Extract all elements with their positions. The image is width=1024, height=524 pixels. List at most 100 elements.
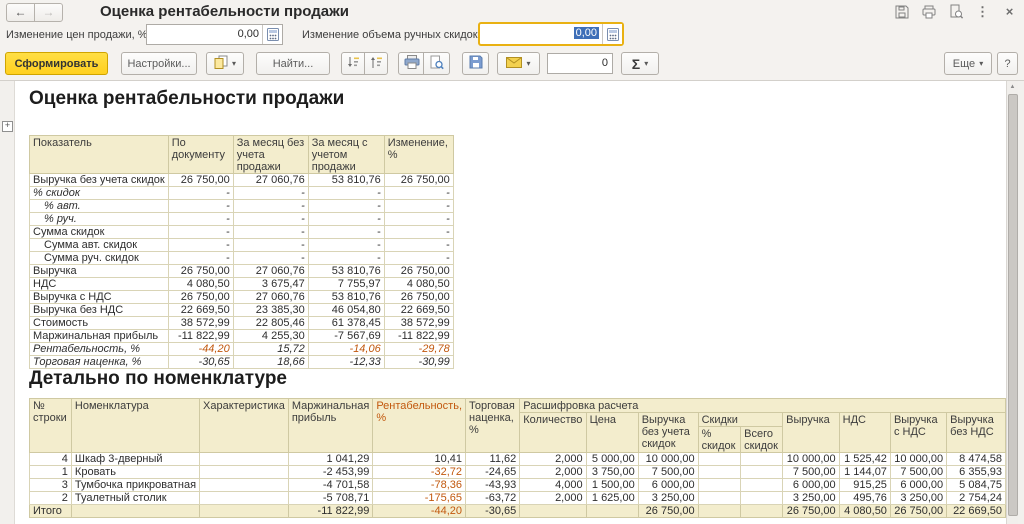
cell[interactable]: 61 378,45	[307, 316, 385, 330]
scroll-up-icon[interactable]: ▲	[1007, 81, 1018, 93]
vertical-scrollbar[interactable]: ▲	[1006, 81, 1018, 524]
cell[interactable]: 4 080,50	[167, 277, 234, 291]
cell[interactable]: -	[167, 212, 234, 226]
column-header[interactable]: Количество	[519, 412, 587, 453]
cell[interactable]	[585, 504, 639, 518]
cell[interactable]: -	[307, 251, 385, 265]
scrollbar-thumb[interactable]	[1008, 94, 1018, 516]
cell[interactable]: 915,25	[838, 478, 891, 492]
cell[interactable]: % руч.	[29, 212, 169, 226]
cell[interactable]: 26 750,00	[167, 173, 234, 187]
cell[interactable]: Маржинальная прибыль	[29, 329, 169, 343]
column-header[interactable]: Показатель	[29, 135, 169, 174]
column-header[interactable]: Всего скидок	[740, 426, 784, 453]
cell[interactable]: -44,20	[167, 342, 234, 356]
cell[interactable]: Выручка без учета скидок	[29, 173, 169, 187]
cell[interactable]: 7 500,00	[637, 465, 699, 479]
cell[interactable]: 23 385,30	[232, 303, 309, 317]
cell[interactable]: -	[232, 212, 309, 226]
cell[interactable]	[199, 504, 289, 518]
cell[interactable]: Стоимость	[29, 316, 169, 330]
cell[interactable]: -	[383, 238, 454, 252]
cell[interactable]: -2 453,99	[287, 465, 374, 479]
price-change-input[interactable]: 0,00	[147, 25, 262, 44]
cell[interactable]: Кровать	[70, 465, 201, 479]
cell[interactable]: 22 669,50	[383, 303, 454, 317]
cell[interactable]: -24,65	[465, 465, 521, 479]
column-header[interactable]: По документу	[167, 135, 234, 174]
cell[interactable]: -175,65	[372, 491, 467, 505]
cell[interactable]: 26 750,00	[889, 504, 948, 518]
cell[interactable]: -63,72	[465, 491, 521, 505]
cell[interactable]: 22 669,50	[946, 504, 1006, 518]
cell[interactable]: 3 250,00	[889, 491, 948, 505]
cell[interactable]: -30,99	[383, 355, 454, 369]
cell[interactable]: 38 572,99	[167, 316, 234, 330]
cell[interactable]: -12,33	[307, 355, 385, 369]
cell[interactable]: 26 750,00	[383, 264, 454, 278]
cell[interactable]: Выручка без НДС	[29, 303, 169, 317]
column-header[interactable]: % скидок	[697, 426, 742, 453]
cell[interactable]: -	[383, 251, 454, 265]
cell[interactable]: НДС	[29, 277, 169, 291]
column-header[interactable]: Выручка с НДС	[889, 412, 948, 453]
cell[interactable]: 3 750,00	[585, 465, 639, 479]
cell[interactable]: 26 750,00	[383, 290, 454, 304]
settings-button[interactable]: Настройки...	[121, 52, 197, 75]
cell[interactable]: -44,20	[372, 504, 467, 518]
cell[interactable]: 38 572,99	[383, 316, 454, 330]
report-variants-button[interactable]: ▾	[206, 52, 244, 75]
expand-group-button[interactable]: +	[2, 121, 13, 132]
cell[interactable]: 1 041,29	[287, 452, 374, 466]
cell[interactable]: 46 054,80	[307, 303, 385, 317]
calculator-icon[interactable]	[602, 24, 622, 44]
cell[interactable]	[697, 478, 742, 492]
cell[interactable]: Торговая наценка, %	[29, 355, 169, 369]
cell[interactable]	[199, 452, 289, 466]
column-header[interactable]: Выручка	[782, 412, 840, 453]
cell[interactable]: 6 000,00	[782, 478, 840, 492]
cell[interactable]: -	[383, 186, 454, 200]
cell[interactable]	[740, 452, 784, 466]
cell[interactable]	[740, 465, 784, 479]
cell[interactable]: Выручка	[29, 264, 169, 278]
cell[interactable]: -11 822,99	[383, 329, 454, 343]
cell[interactable]: 2,000	[519, 491, 587, 505]
column-header[interactable]: За месяц без учета продажи	[232, 135, 309, 174]
cell[interactable]: Рентабельность, %	[29, 342, 169, 356]
cell[interactable]: 53 810,76	[307, 173, 385, 187]
cell[interactable]: 4 080,50	[383, 277, 454, 291]
cell[interactable]: Шкаф 3-дверный	[70, 452, 201, 466]
cell[interactable]: 26 750,00	[167, 290, 234, 304]
cell[interactable]: 53 810,76	[307, 264, 385, 278]
cell[interactable]: 5 000,00	[585, 452, 639, 466]
column-header[interactable]: Торговая наценка, %	[465, 398, 521, 453]
cell[interactable]: Сумма руч. скидок	[29, 251, 169, 265]
send-mail-button[interactable]: ▾	[497, 52, 540, 75]
cell[interactable]: -	[232, 186, 309, 200]
cell[interactable]: Сумма скидок	[29, 225, 169, 239]
cell[interactable]: -	[232, 225, 309, 239]
cell[interactable]: 495,76	[838, 491, 891, 505]
cell[interactable]	[740, 478, 784, 492]
cell[interactable]: -32,72	[372, 465, 467, 479]
cell[interactable]: 7 755,97	[307, 277, 385, 291]
cell[interactable]: 6 355,93	[946, 465, 1006, 479]
cell[interactable]: 26 750,00	[383, 173, 454, 187]
cell[interactable]: -14,06	[307, 342, 385, 356]
save-icon[interactable]	[893, 3, 910, 20]
column-header[interactable]: Скидки	[697, 412, 784, 427]
sum-button[interactable]: Σ ▾	[621, 52, 659, 75]
column-header[interactable]: Расшифровка расчета	[519, 398, 1006, 413]
cell[interactable]: -43,93	[465, 478, 521, 492]
help-button[interactable]: ?	[997, 52, 1018, 75]
column-header[interactable]: Рентабельность, %	[372, 398, 467, 453]
cell[interactable]: -29,78	[383, 342, 454, 356]
cell[interactable]: 2	[29, 491, 72, 505]
cell[interactable]: -	[167, 199, 234, 213]
cell[interactable]: -	[232, 199, 309, 213]
cell[interactable]: -	[167, 186, 234, 200]
cell[interactable]: -	[307, 212, 385, 226]
cell[interactable]: 18,66	[232, 355, 309, 369]
cell[interactable]: 10,41	[372, 452, 467, 466]
